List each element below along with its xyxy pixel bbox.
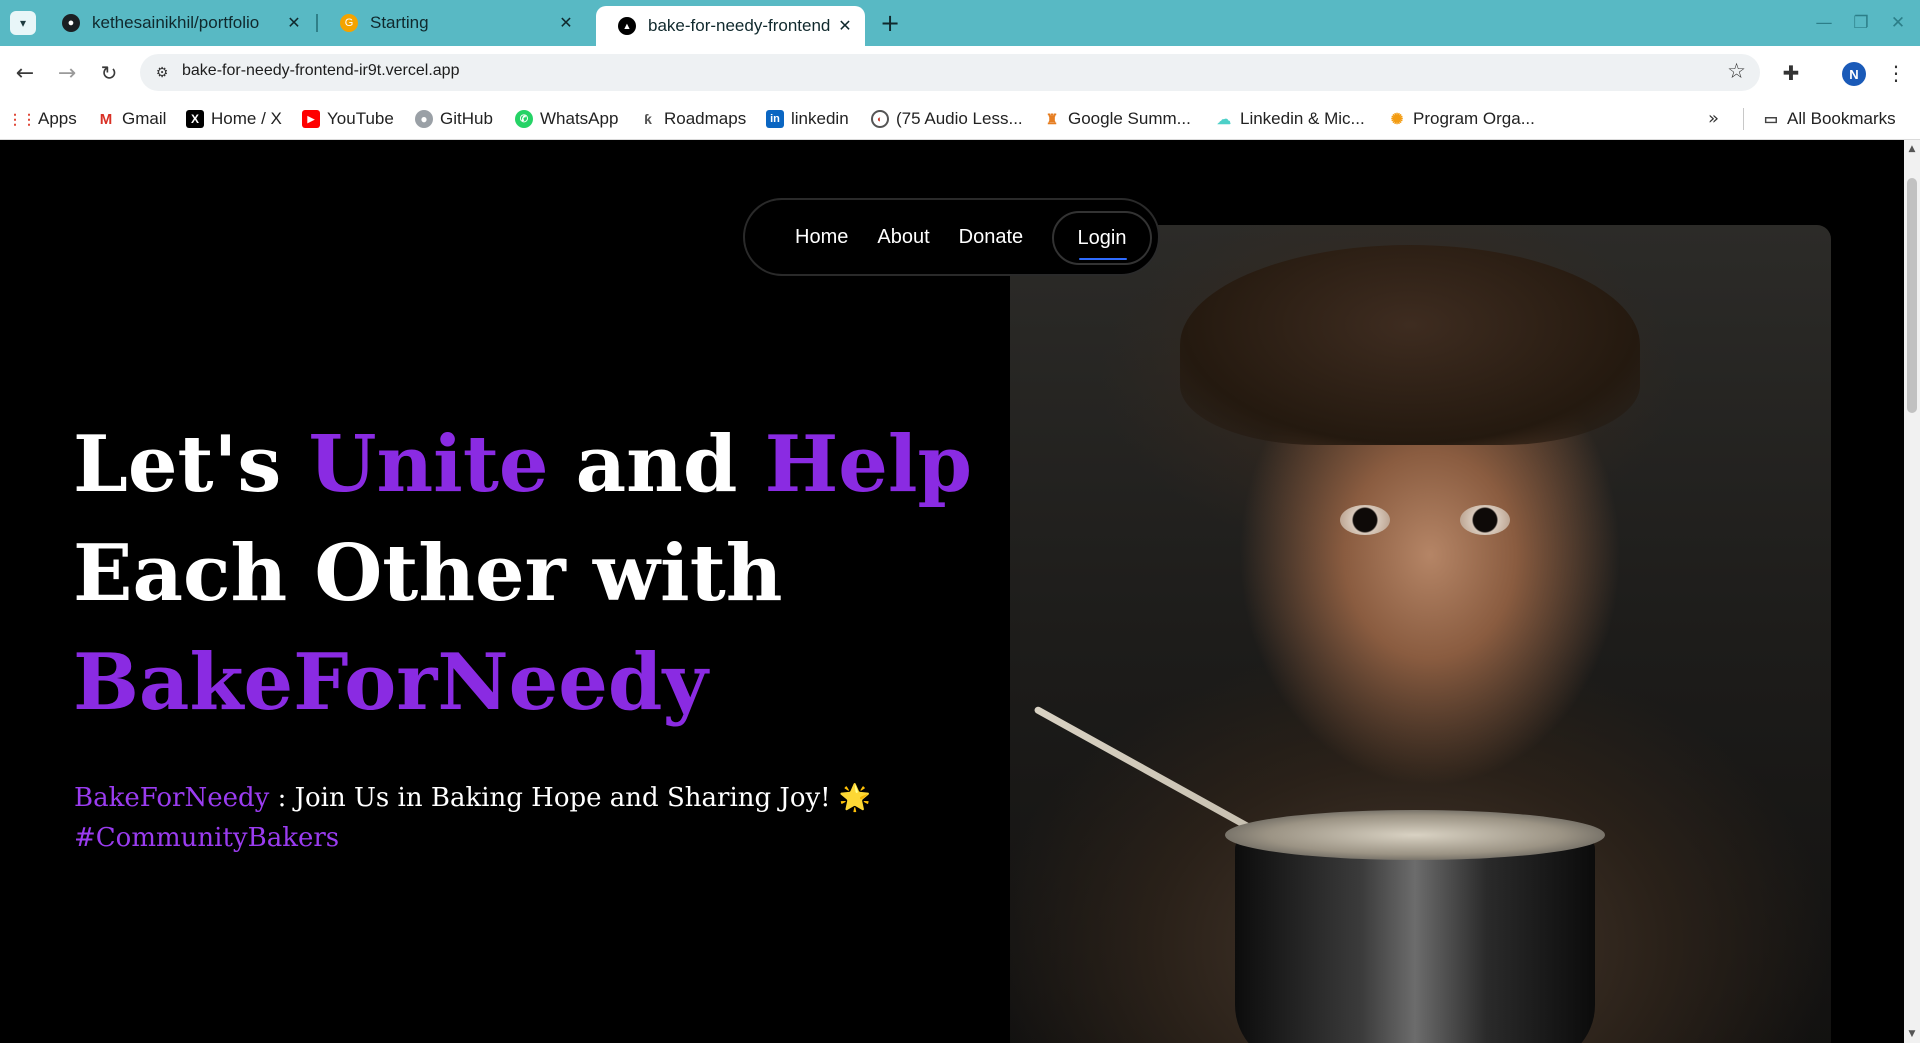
- tab-portfolio[interactable]: ● kethesainikhil/portfolio ✕: [40, 0, 314, 46]
- image-hair-shape: [1180, 245, 1640, 445]
- bookmark-label: linkedin: [791, 109, 849, 128]
- profile-avatar[interactable]: N: [1842, 62, 1866, 86]
- tab-search-button[interactable]: ▾: [10, 11, 36, 35]
- close-icon[interactable]: ✕: [556, 13, 576, 33]
- minimize-icon[interactable]: —: [1811, 10, 1837, 36]
- vercel-icon: ▲: [618, 17, 636, 35]
- bookmark-youtube[interactable]: ▶ YouTube: [302, 106, 394, 132]
- hero-heading: Let's Unite and Help Each Other with Bak…: [73, 410, 973, 737]
- hero-text: Each Other with: [73, 528, 783, 619]
- close-icon[interactable]: ✕: [835, 16, 855, 36]
- browser-menu-icon[interactable]: ⋮: [1884, 60, 1908, 86]
- hero-text: and: [548, 419, 765, 510]
- linkedin-icon: in: [766, 110, 784, 128]
- google-icon: G: [340, 14, 358, 32]
- reload-button[interactable]: ↻: [94, 58, 124, 88]
- bookmark-star-icon[interactable]: ☆: [1727, 59, 1746, 83]
- roadmaps-icon: ƙ: [644, 111, 652, 127]
- bookmark-github[interactable]: ● GitHub: [415, 106, 493, 132]
- cloud-icon: ☁: [1217, 110, 1231, 127]
- hero-image: [1010, 225, 1831, 1043]
- nav-about-link[interactable]: About: [877, 226, 929, 249]
- all-bookmarks-button[interactable]: ▭ All Bookmarks: [1762, 106, 1896, 132]
- forward-button[interactable]: →: [52, 58, 82, 88]
- bookmark-google-summer[interactable]: ♜ Google Summ...: [1043, 106, 1191, 132]
- bookmark-label: Program Orga...: [1413, 109, 1535, 128]
- bookmark-roadmaps[interactable]: ƙ Roadmaps: [639, 106, 746, 132]
- subtitle-text: : Join Us in Baking Hope and Sharing Joy…: [269, 783, 872, 813]
- bookmark-x[interactable]: X Home / X: [186, 106, 282, 132]
- bookmark-label: Roadmaps: [664, 109, 747, 128]
- bookmark-label: Apps: [38, 109, 77, 128]
- extensions-icon[interactable]: ✚: [1778, 60, 1804, 86]
- bookmark-label: (75 Audio Less...: [896, 109, 1023, 128]
- bookmark-program-orga[interactable]: ✺ Program Orga...: [1388, 106, 1535, 132]
- bookmark-audio-lessons[interactable]: ◐ (75 Audio Less...: [871, 106, 1023, 132]
- tab-title: kethesainikhil/portfolio: [92, 13, 260, 32]
- page-viewport: Home About Donate Login Let's Unite and …: [0, 140, 1904, 1043]
- toolbar: ← → ↻ ⚙ bake-for-needy-frontend-ir9t.ver…: [0, 46, 1920, 98]
- tab-title: bake-for-needy-frontend: [648, 16, 831, 35]
- more-bookmarks-icon[interactable]: »: [1708, 108, 1719, 129]
- nav-donate-link[interactable]: Donate: [959, 226, 1024, 249]
- bookmark-label: GitHub: [440, 109, 493, 128]
- page-scrollbar[interactable]: ▲ ▼: [1904, 140, 1920, 1043]
- folder-icon: ▭: [1763, 111, 1779, 128]
- bookmark-label: Home / X: [211, 109, 282, 128]
- bookmark-label: Linkedin & Mic...: [1240, 109, 1365, 128]
- bookmark-label: YouTube: [327, 109, 394, 128]
- login-button[interactable]: Login: [1052, 211, 1152, 265]
- site-info-icon[interactable]: ⚙: [150, 61, 174, 85]
- bookmark-label: All Bookmarks: [1787, 109, 1896, 128]
- gmail-icon: M: [99, 110, 113, 128]
- bookmark-label: Gmail: [122, 109, 167, 128]
- hero-accent-unite: Unite: [308, 419, 549, 510]
- restore-icon[interactable]: ❐: [1848, 10, 1874, 36]
- bookmark-whatsapp[interactable]: ✆ WhatsApp: [515, 106, 618, 132]
- scroll-down-icon[interactable]: ▼: [1907, 1029, 1917, 1039]
- program-icon: ✺: [1390, 111, 1404, 128]
- subtitle-hashtag: #CommunityBakers: [74, 823, 340, 853]
- bookmark-gmail[interactable]: M Gmail: [97, 106, 167, 132]
- back-button[interactable]: ←: [10, 58, 40, 88]
- new-tab-button[interactable]: +: [876, 9, 904, 37]
- image-pot-rim: [1225, 810, 1605, 860]
- hero-accent-help: Help: [764, 419, 973, 510]
- hero-text: Let's: [73, 419, 309, 510]
- url-text[interactable]: bake-for-needy-frontend-ir9t.vercel.app: [182, 62, 459, 80]
- image-pot: [1235, 835, 1595, 1043]
- github-icon: ●: [415, 110, 433, 128]
- bookmark-label: WhatsApp: [540, 109, 619, 128]
- window-close-icon[interactable]: ✕: [1885, 10, 1911, 36]
- bookmarks-bar: ⋮⋮ Apps M Gmail X Home / X ▶ YouTube ● G…: [0, 98, 1920, 140]
- bookmark-apps[interactable]: ⋮⋮ Apps: [8, 106, 77, 132]
- bookmarks-divider: [1743, 108, 1744, 130]
- scrollbar-thumb[interactable]: [1907, 178, 1917, 413]
- audio-icon: ◐: [871, 110, 889, 128]
- github-icon: ●: [62, 14, 80, 32]
- address-bar[interactable]: ⚙ bake-for-needy-frontend-ir9t.vercel.ap…: [140, 54, 1760, 91]
- tab-strip: ▾ ● kethesainikhil/portfolio ✕ G Startin…: [0, 0, 1920, 46]
- image-eye-right: [1460, 505, 1510, 535]
- tab-title: Starting: [370, 13, 429, 32]
- hero-accent-brand: BakeForNeedy: [73, 637, 708, 728]
- site-navigation: Home About Donate Login: [743, 198, 1160, 276]
- whatsapp-icon: ✆: [515, 110, 533, 128]
- tab-bake-for-needy[interactable]: ▲ bake-for-needy-frontend ✕: [596, 6, 865, 46]
- bookmark-label: Google Summ...: [1068, 109, 1191, 128]
- nav-home-link[interactable]: Home: [795, 226, 848, 249]
- image-eye-left: [1340, 505, 1390, 535]
- close-icon[interactable]: ✕: [284, 13, 304, 33]
- tab-starting[interactable]: G Starting ✕: [318, 0, 586, 46]
- youtube-icon: ▶: [302, 110, 320, 128]
- subtitle-brand: BakeForNeedy: [74, 783, 270, 813]
- bookmark-linkedin[interactable]: in linkedin: [766, 106, 849, 132]
- apps-grid-icon: ⋮⋮: [8, 110, 36, 127]
- x-icon: X: [186, 110, 204, 128]
- bookmark-linkedin-mic[interactable]: ☁ Linkedin & Mic...: [1215, 106, 1365, 132]
- scroll-up-icon[interactable]: ▲: [1907, 144, 1917, 154]
- hero-subtitle: BakeForNeedy : Join Us in Baking Hope an…: [74, 778, 874, 858]
- google-summer-icon: ♜: [1045, 110, 1059, 127]
